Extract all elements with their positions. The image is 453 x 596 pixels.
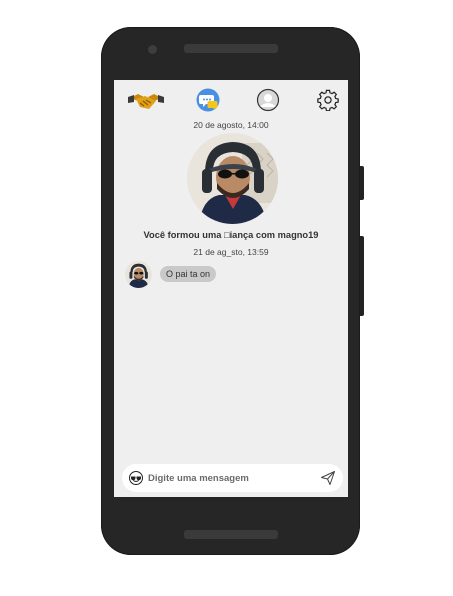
message-composer <box>122 464 343 492</box>
sender-photo <box>125 261 152 288</box>
phone-power-button <box>360 166 364 200</box>
conversation-date-2: 21 de ag_sto, 13:59 <box>193 247 269 257</box>
send-icon <box>321 471 335 485</box>
match-avatar[interactable] <box>187 133 278 224</box>
tab-profile[interactable] <box>256 88 280 112</box>
phone-volume-button <box>360 236 364 316</box>
conversation-date-1: 20 de agosto, 14:00 <box>193 120 269 130</box>
message-bubble: O pai ta on <box>160 266 217 282</box>
front-camera <box>148 45 157 54</box>
top-speaker <box>184 44 278 53</box>
app-screen: 20 de agosto, 14:00 Você formou uma □ian… <box>114 80 348 497</box>
send-button[interactable] <box>320 470 336 486</box>
gear-icon <box>317 89 339 111</box>
match-photo <box>187 133 278 224</box>
bottom-speaker <box>184 530 278 539</box>
settings-button[interactable] <box>316 88 340 112</box>
handshake-icon <box>128 94 164 109</box>
emoji-button[interactable] <box>129 471 143 485</box>
tab-chat[interactable] <box>196 88 220 112</box>
alliance-notice: Você formou uma □iança com magno19 <box>143 230 319 240</box>
sender-avatar[interactable] <box>125 261 152 288</box>
message-input[interactable] <box>148 470 308 486</box>
tab-alliances[interactable] <box>128 89 164 113</box>
sunglasses-emoji-icon <box>129 471 143 485</box>
profile-icon <box>256 88 280 112</box>
chat-bubble-icon <box>196 88 220 112</box>
